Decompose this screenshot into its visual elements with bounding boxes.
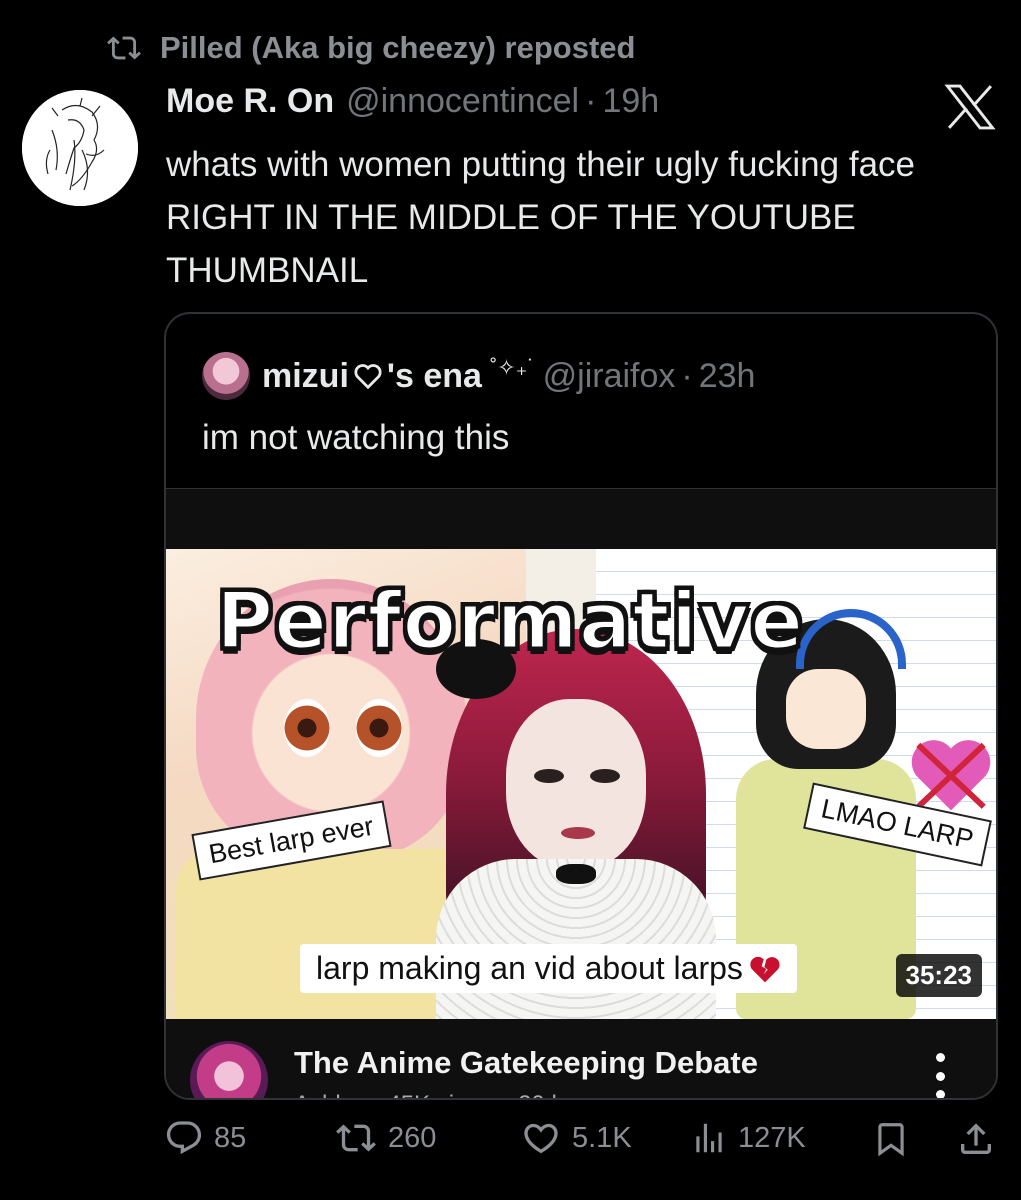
share-button[interactable] — [956, 1118, 996, 1160]
quote-author-name[interactable]: mizui 's ena — [262, 357, 482, 396]
repost-text: Pilled (Aka big cheezy) reposted — [160, 30, 636, 65]
more-options-icon[interactable] — [932, 1053, 948, 1098]
menu-dot — [935, 1053, 945, 1062]
repost-count: 260 — [388, 1121, 437, 1154]
share-icon — [961, 1123, 991, 1154]
quote-name-part-1: mizui — [262, 356, 349, 395]
person-lips — [561, 827, 595, 839]
views-button[interactable]: 127K — [690, 1118, 806, 1158]
views-chart-icon — [696, 1123, 722, 1153]
anime-eye-left — [284, 699, 330, 757]
tweet-page: Pilled (Aka big cheezy) reposted Moe R. … — [0, 0, 1021, 1200]
quote-text: im not watching this — [202, 418, 510, 457]
quoted-tweet-card[interactable]: mizui 's ena ˚✧₊˙ @jiraifox · 23h im not… — [164, 312, 998, 1100]
quote-author-handle[interactable]: @jiraifox — [543, 357, 676, 396]
video-duration: 35:23 — [895, 954, 982, 997]
bookmark-icon — [878, 1123, 904, 1157]
video-thumbnail[interactable]: Performative Best larp ever LMAO LARP la… — [166, 549, 996, 1019]
reply-button[interactable]: 85 — [164, 1118, 246, 1158]
reply-count: 85 — [214, 1121, 247, 1154]
person-eye-right — [590, 769, 620, 783]
quote-time[interactable]: 23h — [699, 357, 756, 396]
quote-separator-dot: · — [681, 356, 693, 395]
repost-action-icon — [336, 1124, 376, 1152]
person-face — [506, 699, 646, 869]
repost-header[interactable]: Pilled (Aka big cheezy) reposted — [104, 30, 635, 66]
heart-icon — [524, 1123, 558, 1154]
tweet-time[interactable]: 19h — [602, 82, 659, 121]
like-button[interactable]: 5.1K — [520, 1118, 632, 1158]
repost-icon — [107, 36, 141, 60]
author-name[interactable]: Moe R. On — [166, 82, 334, 121]
reply-icon — [166, 1121, 202, 1155]
repost-button[interactable]: 260 — [334, 1118, 436, 1158]
quote-author-avatar[interactable] — [202, 352, 250, 400]
youtube-embed[interactable]: Performative Best larp ever LMAO LARP la… — [166, 488, 996, 1098]
person-bow — [556, 864, 596, 884]
video-subtitle: Ashley · 45K views · 20 hours ago — [294, 1091, 658, 1098]
thumbnail-title: Performative — [214, 576, 805, 669]
bookmark-button[interactable] — [872, 1118, 910, 1160]
tweet-header: Moe R. On @innocentincel · 19h — [166, 82, 659, 121]
anime-face — [786, 669, 866, 749]
channel-avatar[interactable] — [190, 1041, 268, 1098]
menu-dot — [935, 1090, 945, 1098]
tweet-action-bar: 85 260 5.1K 127K — [0, 1118, 1021, 1172]
views-count: 127K — [738, 1121, 806, 1154]
sparkle-icon: ˚✧₊˙ — [489, 355, 535, 380]
video-info-bar: The Anime Gatekeeping Debate Ashley · 45… — [166, 1019, 996, 1098]
author-handle[interactable]: @innocentincel — [346, 82, 579, 121]
crossed-heart-icon — [911, 740, 991, 811]
like-count: 5.1K — [572, 1121, 632, 1154]
caption-text: larp making an vid about larps — [316, 950, 743, 986]
quote-name-part-2: 's ena — [386, 356, 482, 395]
broken-heart-icon — [750, 956, 780, 982]
x-logo-icon — [944, 84, 996, 130]
avatar-sketch-icon — [22, 90, 138, 206]
video-title[interactable]: The Anime Gatekeeping Debate — [294, 1045, 758, 1081]
person-eye-left — [534, 769, 564, 783]
quote-header: mizui 's ena ˚✧₊˙ @jiraifox · 23h — [202, 352, 755, 400]
menu-dot — [935, 1071, 945, 1081]
thumbnail-caption: larp making an vid about larps — [300, 944, 797, 993]
author-avatar[interactable] — [22, 90, 138, 206]
tweet-text: whats with women putting their ugly fuck… — [166, 145, 915, 290]
anime-eye-right — [356, 699, 402, 757]
separator-dot: · — [585, 82, 597, 120]
heart-outline-icon — [354, 364, 382, 390]
